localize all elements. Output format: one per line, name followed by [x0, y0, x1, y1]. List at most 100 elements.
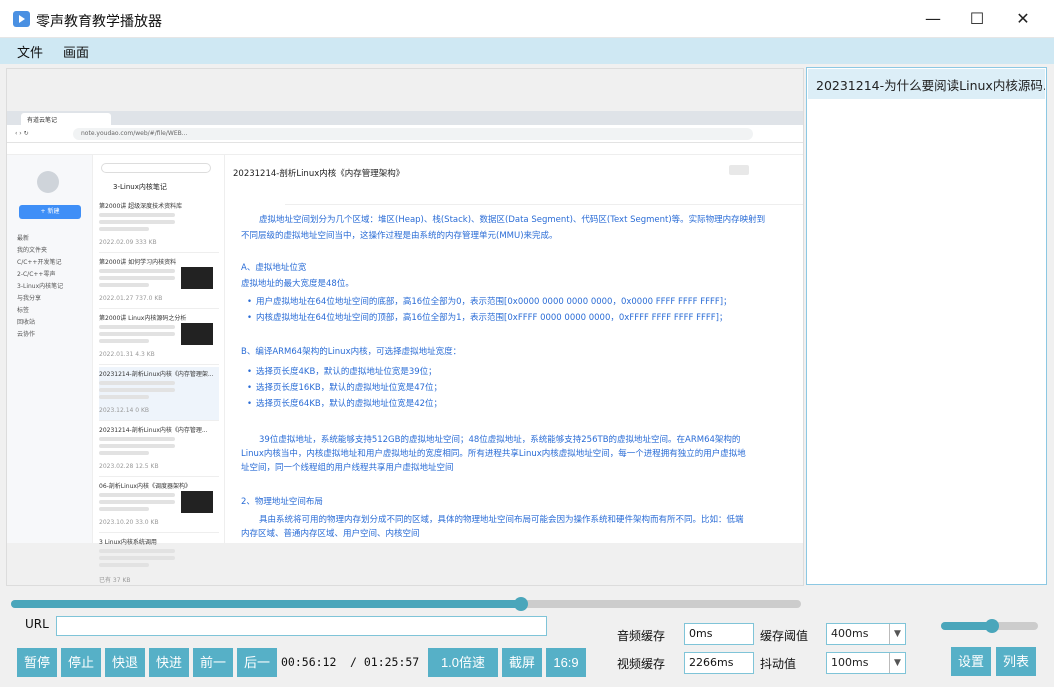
frame-doc-line: 用户虚拟地址在64位地址空间的底部，高16位全部为0，表示范围[0x0000 0… — [247, 295, 732, 307]
frame-note-card: 06-剖析Linux内核《调度器架构》 2023.10.20 33.0 KB — [99, 479, 219, 533]
frame-left-nav: + 新建 最新我的文件夹 C/C++开发笔记 2-C/C++零声 3-Linux内核笔… — [7, 155, 93, 543]
title-bar: 零声教育教学播放器 — ☐ ✕ — [0, 0, 1054, 38]
frame-doc-line: 虚拟地址空间划分为几个区域：堆区(Heap)、栈(Stack)、数据区(Data… — [259, 215, 766, 225]
frame-nav-item: 最新 — [17, 235, 30, 242]
threshold-select[interactable]: 400ms ▼ — [826, 623, 906, 645]
video-display[interactable]: 有道云笔记 ‹ › ↻ note.youdao.com/web/#/file/W… — [6, 68, 804, 586]
progress-knob[interactable] — [514, 597, 529, 611]
current-time: 00:56:12 — [281, 655, 337, 669]
next-button[interactable]: 后一 — [237, 648, 277, 677]
audio-buffer-value: 0ms — [684, 623, 754, 645]
window-title: 零声教育教学播放器 — [36, 14, 162, 30]
speed-button[interactable]: 1.0倍速 — [428, 648, 498, 677]
frame-nav-item: 与我分享 — [17, 295, 42, 302]
total-time: / 01:25:57 — [350, 655, 420, 669]
frame-doc-line: 选择页长度64KB，默认的虚拟地址位宽是42位； — [247, 397, 442, 409]
frame-doc-line: 2、物理地址空间布局 — [241, 497, 323, 507]
rewind-button[interactable]: 快退 — [105, 648, 145, 677]
frame-note-card: 20231214-剖析Linux内核《内存管理架... 2023.12.14 0 … — [99, 367, 219, 421]
audio-buffer-label: 音频缓存 — [617, 629, 666, 643]
frame-card-title: 第2000讲 如何学习内核资料 — [99, 259, 177, 266]
frame-doc-line: A、虚拟地址位宽 — [241, 263, 307, 273]
frame-card-date: 2022.02.09 333 KB — [99, 239, 157, 246]
frame-note-card: 第2000讲 Linux内核源码之分析 2022.01.31 4.3 KB — [99, 311, 219, 365]
frame-nav-item: 云协作 — [17, 331, 36, 338]
url-input[interactable] — [56, 616, 547, 636]
chevron-down-icon: ▼ — [889, 653, 905, 673]
frame-doc-line: 39位虚拟地址，系统能够支持512GB的虚拟地址空间；48位虚拟地址，系统能够支… — [259, 435, 741, 445]
frame-note-card: 第2000讲 超级深度技术资料库 2022.02.09 333 KB — [99, 199, 219, 253]
frame-card-title: 06-剖析Linux内核《调度器架构》 — [99, 483, 191, 490]
frame-nav-item: 3-Linux内核笔记 — [17, 283, 64, 290]
frame-note-list: 3-Linux内核笔记 第2000讲 超级深度技术资料库 2022.02.09 3… — [93, 155, 225, 584]
frame-card-date: 2022.01.31 4.3 KB — [99, 351, 155, 358]
app-play-icon — [13, 11, 30, 27]
frame-card-title: 第2000讲 Linux内核源码之分析 — [99, 315, 187, 322]
frame-card-date: 2022.01.27 737.0 KB — [99, 295, 163, 302]
frame-doc-line: 具由系统将可用的物理内存划分成不同的区域，具体的物理地址空间布局可能会因为操作系… — [259, 515, 744, 525]
frame-card-title: 3 Linux内核系统调用 — [99, 539, 157, 546]
frame-doc-title: 20231214-剖析Linux内核《内存管理架构》 — [233, 169, 405, 179]
menu-file[interactable]: 文件 — [17, 42, 43, 61]
frame-doc-line: 址空间，同一个线程组的用户线程共享用户虚拟地址空间 — [241, 463, 454, 473]
jitter-label: 抖动值 — [760, 657, 797, 671]
menu-bar: 文件 画面 — [0, 38, 1054, 64]
settings-button[interactable]: 设置 — [951, 647, 991, 676]
volume-knob[interactable] — [985, 619, 1000, 633]
frame-doc-line: B、编译ARM64架构的Linux内核，可选择虚拟地址宽度： — [241, 347, 462, 357]
chevron-down-icon: ▼ — [889, 624, 905, 644]
volume-slider[interactable] — [941, 619, 1038, 633]
frame-card-title: 20231214-剖析Linux内核《内存管理... — [99, 427, 208, 434]
frame-doc-line: 内核虚拟地址在64位地址空间的顶部，高16位全部为1，表示范围[0xFFFF 0… — [247, 311, 727, 323]
main-area: 有道云笔记 ‹ › ↻ note.youdao.com/web/#/file/W… — [0, 64, 1054, 687]
frame-nav-item: C/C++开发笔记 — [17, 259, 62, 266]
frame-nav-item: 我的文件夹 — [17, 247, 48, 254]
frame-nav-item: 回收站 — [17, 319, 36, 326]
frame-avatar — [37, 171, 59, 193]
frame-card-date: 2023.10.20 33.0 KB — [99, 519, 159, 526]
video-frame-browser: 有道云笔记 ‹ › ↻ note.youdao.com/web/#/file/W… — [7, 111, 803, 584]
frame-card-thumbnail — [181, 323, 213, 345]
frame-url-bar: note.youdao.com/web/#/file/WEB... — [73, 128, 753, 140]
frame-list-header: 3-Linux内核笔记 — [113, 183, 167, 191]
prev-button[interactable]: 前一 — [193, 648, 233, 677]
frame-browser-tab: 有道云笔记 — [21, 113, 111, 125]
menu-view[interactable]: 画面 — [63, 42, 89, 61]
pause-button[interactable]: 暂停 — [17, 648, 57, 677]
frame-new-button: + 新建 — [19, 205, 81, 219]
progress-fill — [11, 600, 522, 608]
url-label: URL — [25, 617, 49, 631]
frame-card-date: 已有 37 KB — [99, 577, 131, 584]
playlist-item[interactable]: 20231214-为什么要阅读Linux内核源码... — [808, 69, 1045, 99]
frame-nav-item: 标签 — [17, 307, 30, 314]
stop-button[interactable]: 停止 — [61, 648, 101, 677]
progress-slider[interactable] — [11, 597, 801, 611]
frame-doc-line: Linux内核当中，内核虚拟地址和用户虚拟地址的宽度相同。所有进程共享Linux… — [241, 449, 746, 459]
aspect-button[interactable]: 16:9 — [546, 648, 586, 677]
frame-doc-line: 选择页长度16KB，默认的虚拟地址位宽是47位； — [247, 381, 442, 393]
close-button[interactable]: ✕ — [1012, 8, 1034, 30]
video-buffer-label: 视频缓存 — [617, 657, 666, 671]
frame-note-card: 第2000讲 如何学习内核资料 2022.01.27 737.0 KB — [99, 255, 219, 309]
forward-button[interactable]: 快进 — [149, 648, 189, 677]
frame-doc-line: 内存区域、普通内存区域、用户空间、内核空间 — [241, 529, 420, 539]
threshold-label: 缓存阈值 — [760, 629, 809, 643]
video-buffer-value: 2266ms — [684, 652, 754, 674]
frame-card-thumbnail — [181, 267, 213, 289]
frame-card-date: 2023.12.14 0 KB — [99, 407, 150, 414]
frame-editor: 20231214-剖析Linux内核《内存管理架构》 虚拟地址空间划分为几个区域… — [225, 155, 803, 543]
maximize-button[interactable]: ☐ — [966, 8, 988, 30]
screenshot-button[interactable]: 截屏 — [502, 648, 542, 677]
minimize-button[interactable]: — — [922, 8, 944, 30]
frame-doc-line: 选择页长度4KB，默认的虚拟地址位宽是39位； — [247, 365, 437, 377]
frame-card-title: 20231214-剖析Linux内核《内存管理架... — [99, 371, 214, 378]
frame-nav-item: 2-C/C++零声 — [17, 271, 56, 278]
playlist-panel[interactable]: 20231214-为什么要阅读Linux内核源码... — [806, 67, 1047, 585]
frame-card-date: 2023.02.28 12.5 KB — [99, 463, 159, 470]
frame-doc-line: 虚拟地址的最大宽度是48位。 — [241, 279, 354, 289]
frame-doc-line: 不同层级的虚拟地址空间当中，这操作过程是由系统的内存管理单元(MMU)来完成。 — [241, 231, 558, 241]
frame-card-title: 第2000讲 超级深度技术资料库 — [99, 203, 183, 210]
frame-note-card: 3 Linux内核系统调用 已有 37 KB — [99, 535, 219, 585]
list-button[interactable]: 列表 — [996, 647, 1036, 676]
jitter-select[interactable]: 100ms ▼ — [826, 652, 906, 674]
